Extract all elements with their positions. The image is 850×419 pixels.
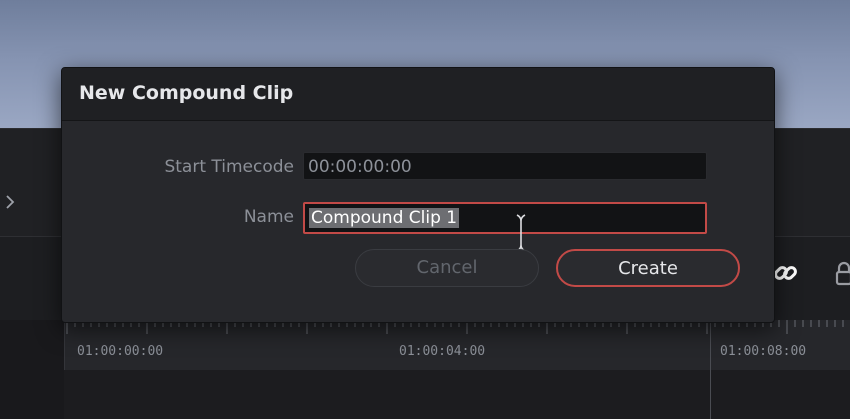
dialog-header[interactable]: New Compound Clip — [62, 68, 774, 121]
create-button[interactable]: Create — [556, 249, 740, 287]
start-timecode-input[interactable]: 00:00:00:00 — [303, 152, 707, 180]
track-header-area — [0, 320, 64, 419]
timeline-marker-line — [710, 320, 711, 419]
link-icon[interactable] — [772, 258, 800, 288]
timeline-tracks[interactable] — [64, 370, 850, 419]
name-input[interactable]: Compound Clip 1 — [303, 202, 707, 234]
ruler-label: 01:00:04:00 — [399, 344, 486, 359]
dialog-title: New Compound Clip — [79, 82, 294, 104]
chevron-right-icon[interactable] — [4, 190, 20, 214]
lock-icon[interactable] — [834, 260, 850, 288]
ruler-label: 01:00:00:00 — [77, 344, 164, 359]
name-label: Name — [243, 207, 294, 227]
start-timecode-value: 00:00:00:00 — [308, 157, 412, 177]
new-compound-clip-dialog: New Compound Clip Start Timecode 00:00:0… — [61, 67, 775, 323]
name-value-selected: Compound Clip 1 — [309, 208, 460, 228]
timeline-ruler[interactable]: 01:00:00:00 01:00:04:00 01:00:08:00 — [64, 320, 850, 370]
ruler-label: 01:00:08:00 — [720, 344, 807, 359]
text-cursor-icon — [516, 213, 526, 253]
cancel-button[interactable]: Cancel — [355, 249, 539, 287]
start-timecode-label: Start Timecode — [164, 157, 294, 177]
